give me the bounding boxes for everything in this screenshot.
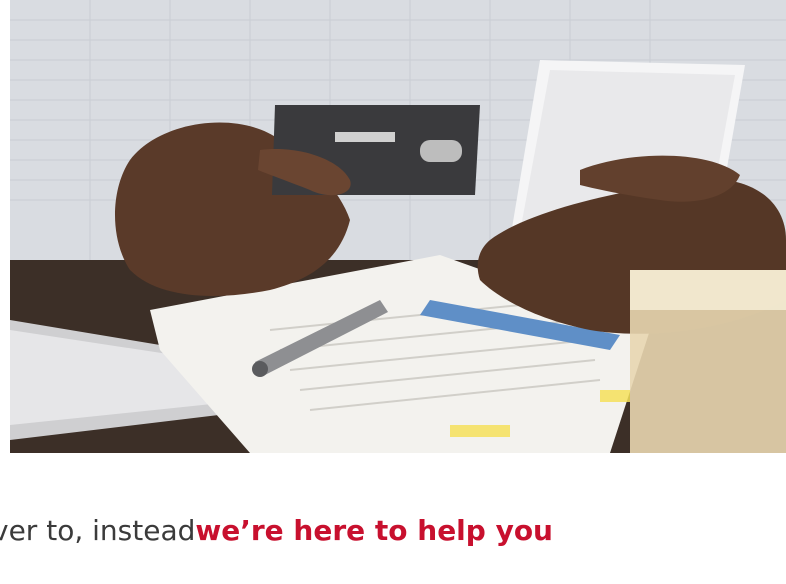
caption-highlight-text: we’re here to help you [195,514,553,547]
page: ver to, instead we’re here to help you [0,0,786,584]
hero-caption: ver to, instead we’re here to help you [0,511,786,561]
caption-lead-text: ver to, instead [0,514,196,547]
hero-photo [10,0,786,453]
hero-photo-illustration [10,0,786,453]
